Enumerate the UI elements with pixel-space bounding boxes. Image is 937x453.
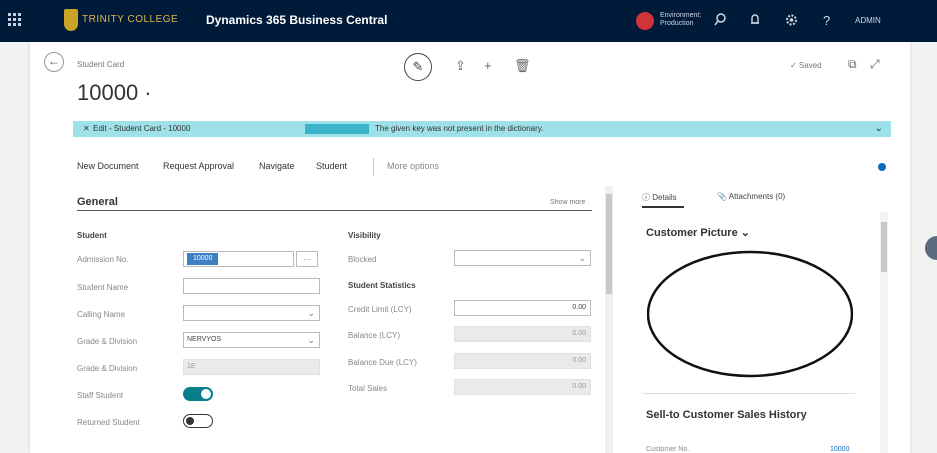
staff-student-toggle[interactable] — [183, 387, 213, 401]
calling-name-field[interactable]: ⌄ — [183, 305, 320, 321]
balance-field[interactable]: 0.00 — [454, 326, 591, 342]
balance-label: Balance (LCY) — [348, 331, 401, 340]
navigate-action[interactable]: Navigate — [259, 161, 295, 171]
returned-student-label: Returned Student — [77, 418, 140, 427]
more-options-action[interactable]: More options — [387, 161, 439, 171]
new-icon[interactable]: + — [484, 58, 492, 73]
blocked-select[interactable]: ⌄ — [454, 250, 591, 266]
collapse-icon[interactable]: ⤢ — [870, 57, 880, 72]
tab-details[interactable]: ⓘ Details — [642, 192, 677, 203]
student-name-label: Student Name — [77, 283, 129, 292]
scrollbar-thumb[interactable] — [881, 222, 887, 272]
returned-student-toggle[interactable] — [183, 414, 213, 428]
customer-no-value[interactable]: 10000 — [830, 446, 849, 453]
app-launcher-icon[interactable] — [8, 13, 22, 27]
error-message: The given key was not present in the dic… — [375, 124, 544, 133]
grade-division-label: Grade & Division — [77, 337, 138, 346]
admission-no-label: Admission No. — [77, 255, 129, 264]
student-action[interactable]: Student — [316, 161, 347, 171]
app-name: Dynamics 365 Business Central — [206, 13, 388, 27]
scrollbar-thumb[interactable] — [606, 194, 612, 294]
balance-due-label: Balance Due (LCY) — [348, 358, 417, 367]
factbox-divider — [643, 393, 855, 394]
delete-icon[interactable]: 🗑 — [514, 58, 531, 74]
back-button[interactable]: ← — [44, 52, 64, 72]
search-icon[interactable] — [714, 13, 726, 30]
action-separator — [373, 158, 374, 176]
customer-picture-title[interactable]: Customer Picture ⌄ — [646, 226, 750, 239]
edit-button[interactable]: ✎ — [404, 53, 432, 81]
admission-no-lookup-button[interactable]: … — [296, 251, 318, 267]
saved-status: ✓ Saved — [790, 61, 822, 70]
credit-limit-field[interactable]: 0.00 — [454, 300, 591, 316]
page-title: 10000 · — [77, 80, 152, 105]
open-new-window-icon[interactable]: ⧉ — [848, 57, 857, 72]
student-name-field[interactable] — [183, 278, 320, 294]
error-notification: ✕ Edit - Student Card - 10000 The given … — [73, 121, 891, 137]
action-bar: New Document Request Approval Navigate S… — [0, 161, 937, 175]
customer-picture-placeholder[interactable] — [647, 250, 853, 378]
chevron-down-icon: ⌄ — [307, 308, 315, 318]
customer-no-label: Customer No. — [646, 446, 690, 453]
tab-attachments[interactable]: 📎 Attachments (0) — [717, 192, 785, 201]
request-approval-action[interactable]: Request Approval — [163, 161, 234, 171]
active-tab-indicator — [642, 206, 684, 208]
total-sales-field[interactable]: 0.00 — [454, 379, 591, 395]
close-icon[interactable]: ✕ — [83, 121, 90, 137]
help-icon[interactable]: ? — [823, 13, 830, 28]
credit-limit-label: Credit Limit (LCY) — [348, 305, 412, 314]
environment-icon[interactable] — [636, 12, 654, 30]
top-bar: TRINITY COLLEGE Dynamics 365 Business Ce… — [0, 0, 937, 42]
admission-no-field[interactable]: 10000 — [183, 251, 294, 267]
page-caption: Student Card — [77, 60, 125, 69]
user-name[interactable]: ADMIN — [855, 16, 881, 25]
gear-icon[interactable] — [785, 13, 798, 30]
balance-due-field[interactable]: 0.00 — [454, 353, 591, 369]
section-title-general[interactable]: General — [77, 196, 118, 208]
total-sales-label: Total Sales — [348, 384, 388, 393]
error-highlight — [305, 124, 369, 134]
blocked-label: Blocked — [348, 255, 377, 264]
calling-name-label: Calling Name — [77, 310, 126, 319]
notification-icon[interactable] — [750, 13, 760, 30]
sales-history-title[interactable]: Sell-to Customer Sales History — [646, 409, 807, 421]
college-name: TRINITY COLLEGE — [82, 14, 179, 25]
error-title: Edit - Student Card - 10000 — [93, 124, 191, 133]
side-panel-toggle[interactable] — [925, 236, 937, 260]
chevron-down-icon[interactable]: ⌄ — [875, 121, 883, 137]
staff-student-label: Staff Student — [77, 391, 124, 400]
show-more-link[interactable]: Show more — [550, 199, 585, 206]
grade-division-select[interactable]: NERVYOS ⌄ — [183, 332, 320, 348]
status-dot-icon[interactable] — [878, 163, 886, 171]
grade-division-2-field: 1E — [183, 359, 320, 375]
grade-division-2-label: Grade & Division — [77, 364, 138, 373]
chevron-down-icon: ⌄ — [578, 253, 586, 263]
college-crest-logo — [64, 9, 78, 31]
content-scrollbar[interactable] — [605, 186, 613, 453]
student-group-heading: Student — [77, 231, 107, 240]
environment-label[interactable]: Environment: Production — [660, 12, 701, 28]
share-icon[interactable]: ⇪ — [455, 58, 466, 74]
factbox-scrollbar[interactable] — [880, 212, 888, 453]
new-document-action[interactable]: New Document — [77, 161, 139, 171]
section-divider — [77, 210, 592, 211]
student-statistics-heading: Student Statistics — [348, 281, 416, 290]
chevron-down-icon: ⌄ — [307, 335, 315, 345]
visibility-group-heading: Visibility — [348, 231, 381, 240]
